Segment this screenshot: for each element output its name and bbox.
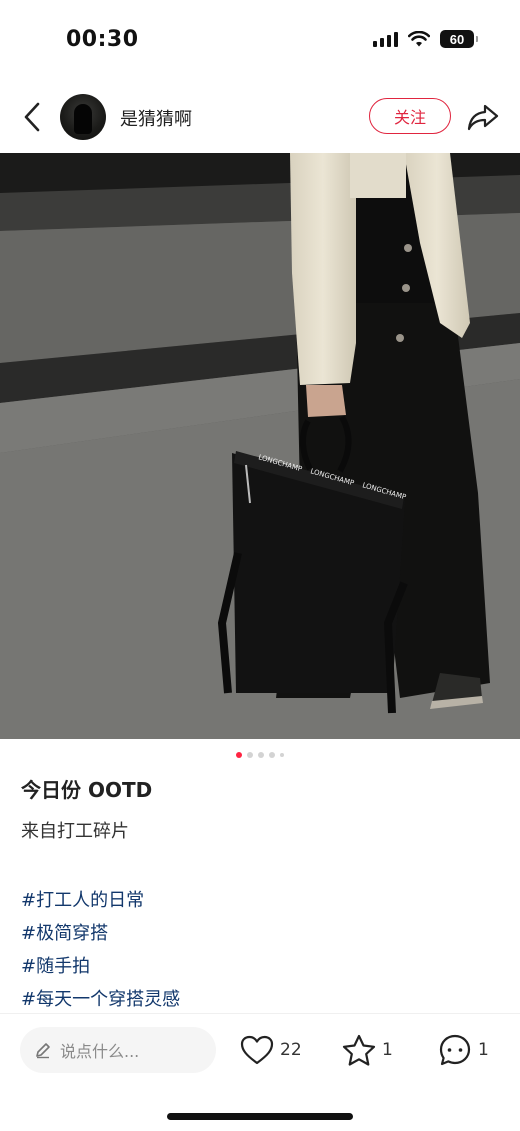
- like-count: 22: [280, 1040, 302, 1060]
- share-button[interactable]: [466, 100, 500, 134]
- comment-input[interactable]: 说点什么...: [20, 1027, 216, 1073]
- post-image[interactable]: LONGCHAMP LONGCHAMP LONGCHAMP: [0, 153, 520, 739]
- heart-icon: [240, 1035, 274, 1065]
- hashtag-link[interactable]: #随手拍: [21, 950, 501, 983]
- comment-icon: [439, 1034, 471, 1066]
- signal-icon: [373, 31, 398, 47]
- bottom-divider: [0, 1013, 520, 1014]
- hashtag-link[interactable]: #极简穿搭: [21, 917, 501, 950]
- post-header: 是猜猜啊 关注: [0, 88, 520, 146]
- star-icon: [342, 1034, 376, 1066]
- comment-count: 1: [478, 1040, 489, 1060]
- username[interactable]: 是猜猜啊: [120, 105, 192, 131]
- post-title: 今日份 OOTD: [21, 778, 153, 802]
- page-dot: [280, 753, 284, 757]
- hashtag-link[interactable]: #打工人的日常: [21, 884, 501, 917]
- wifi-icon: [408, 31, 430, 47]
- battery-icon: 60: [440, 30, 478, 48]
- status-time: 00:30: [66, 27, 139, 52]
- pencil-icon: [36, 1043, 50, 1059]
- status-icons: 60: [373, 30, 478, 48]
- follow-button[interactable]: 关注: [369, 98, 451, 134]
- page-indicator: [0, 752, 520, 758]
- post-body: 来自打工碎片: [21, 821, 129, 842]
- page-dot: [269, 752, 275, 758]
- home-indicator[interactable]: [167, 1113, 353, 1120]
- back-button[interactable]: [16, 100, 48, 134]
- post-content: 今日份 OOTD 来自打工碎片 #打工人的日常 #极简穿搭 #随手拍 #每天一个…: [21, 776, 501, 1016]
- chevron-left-icon: [24, 102, 40, 132]
- tag-list: #打工人的日常 #极简穿搭 #随手拍 #每天一个穿搭灵感: [21, 884, 501, 1016]
- comment-button[interactable]: 1: [438, 1032, 489, 1068]
- collect-count: 1: [382, 1040, 393, 1060]
- page-dot: [258, 752, 264, 758]
- avatar[interactable]: [60, 94, 106, 140]
- hashtag-link[interactable]: #每天一个穿搭灵感: [21, 983, 501, 1016]
- page-dot-active: [236, 752, 242, 758]
- like-button[interactable]: 22: [240, 1032, 302, 1068]
- share-icon: [467, 104, 499, 131]
- status-bar: 00:30 60: [0, 0, 520, 80]
- comment-placeholder: 说点什么...: [60, 1042, 140, 1061]
- page-dot: [247, 752, 253, 758]
- collect-button[interactable]: 1: [342, 1032, 393, 1068]
